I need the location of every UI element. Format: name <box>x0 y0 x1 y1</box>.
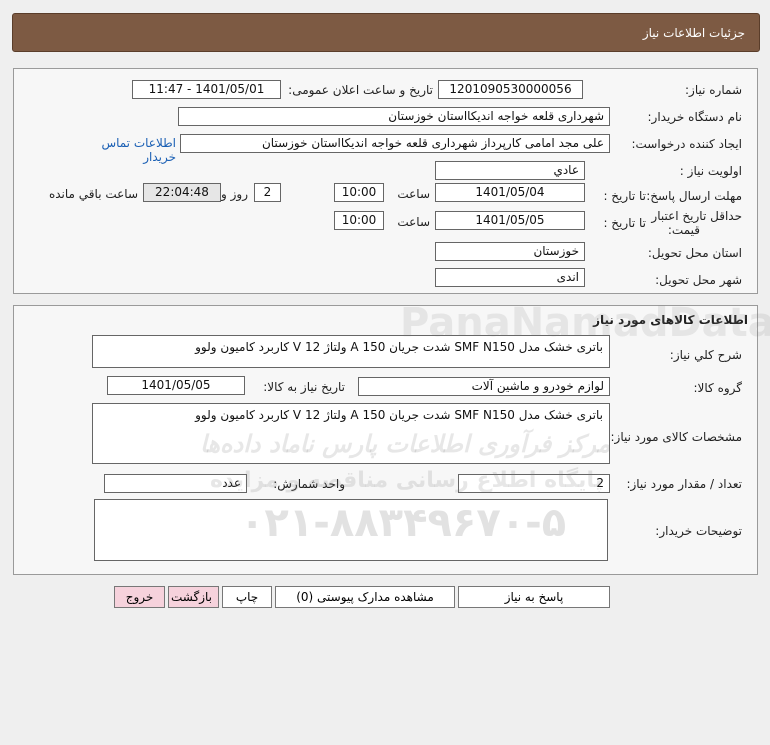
goods-section-title: اطلاعات کالاهای مورد نیاز <box>593 313 748 327</box>
validity-date-field: 1401/05/05 <box>435 211 585 230</box>
buyer-contact-link[interactable]: اطلاعات تماس خریدار <box>66 136 176 164</box>
buyer-org-label: نام دستگاه خریدار: <box>647 110 743 124</box>
reply-button[interactable]: پاسخ به نیاز <box>458 586 610 608</box>
general-desc-label: شرح کلي نیاز: <box>669 348 742 362</box>
need-info-panel <box>13 68 758 294</box>
page-header: جزئیات اطلاعات نیاز <box>12 13 760 52</box>
group-label: گروه کالا: <box>693 381 743 395</box>
days-remaining-field: 2 <box>254 183 281 202</box>
province-label: استان محل تحویل: <box>647 246 742 260</box>
print-button[interactable]: چاپ <box>222 586 272 608</box>
city-label: شهر محل تحویل: <box>655 273 742 287</box>
specs-label: مشخصات کالای مورد نیاز: <box>610 430 742 444</box>
qty-label: تعداد / مقدار مورد نیاز: <box>626 477 742 491</box>
remaining-label: ساعت باقي مانده <box>48 187 138 201</box>
unit-label: واحد شمارش: <box>273 477 345 491</box>
deadline-date-field: 1401/05/04 <box>435 183 585 202</box>
validity-time-label: ساعت <box>397 215 430 229</box>
need-number-label: شماره نیاز: <box>685 83 742 97</box>
buyer-notes-field <box>94 499 608 561</box>
province-field: خوزستان <box>435 242 585 261</box>
buyer-org-field: شهرداری قلعه خواجه اندیکااستان خوزستان <box>178 107 610 126</box>
validity-label-line2: قیمت: <box>667 223 700 237</box>
validity-time-field: 10:00 <box>334 211 384 230</box>
deadline-time-label: ساعت <box>397 187 430 201</box>
priority-field: عادي <box>435 161 585 180</box>
general-desc-field: باتری خشک مدل SMF N150 شدت جریان 150 A و… <box>92 335 610 368</box>
unit-field: عدد <box>104 474 247 493</box>
remaining-time-field: 22:04:48 <box>143 183 221 202</box>
specs-field: باتری خشک مدل SMF N150 شدت جریان 150 A و… <box>92 403 610 464</box>
requester-field: علی مجد امامی کارپرداز شهرداری قلعه خواج… <box>180 134 610 153</box>
exit-button[interactable]: خروج <box>114 586 165 608</box>
buyer-notes-label: توضیحات خریدار: <box>655 524 742 538</box>
city-field: اندی <box>435 268 585 287</box>
need-number-field: 1201090530000056 <box>438 80 583 99</box>
qty-field: 2 <box>458 474 610 493</box>
requester-label: ایجاد کننده درخواست: <box>631 137 742 151</box>
announce-field: 1401/05/01 - 11:47 <box>132 80 281 99</box>
need-date-field: 1401/05/05 <box>107 376 245 395</box>
deadline-until-label: تا تاریخ : <box>603 189 646 203</box>
validity-until-label: تا تاریخ : <box>603 216 646 230</box>
group-field: لوازم خودرو و ماشین آلات <box>358 377 610 396</box>
need-date-label: تاریخ نیاز به کالا: <box>263 380 345 394</box>
priority-label: اولویت نیاز : <box>679 164 742 178</box>
attachments-button[interactable]: مشاهده مدارک پیوستی (0) <box>275 586 455 608</box>
back-button[interactable]: بازگشت <box>168 586 219 608</box>
page-title: جزئیات اطلاعات نیاز <box>642 26 745 40</box>
announce-label: تاریخ و ساعت اعلان عمومی: <box>288 83 433 97</box>
deadline-time-field: 10:00 <box>334 183 384 202</box>
deadline-label: مهلت ارسال پاسخ: <box>646 189 742 203</box>
